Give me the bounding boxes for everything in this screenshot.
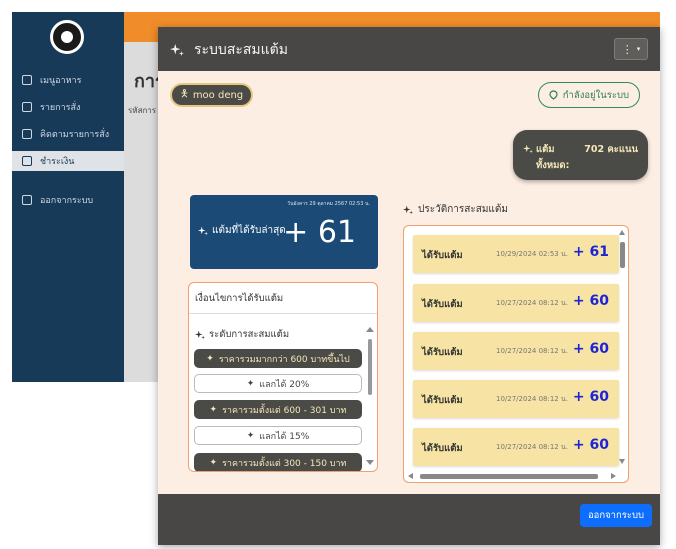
scroll-down-icon[interactable] [366, 460, 374, 465]
scroll-right-icon[interactable] [611, 473, 616, 479]
tier-row: ✦ ราคารวมตั้งแต่ 300 - 150 บาท [194, 453, 362, 471]
history-label: ได้รับแต้ม [422, 443, 463, 454]
list-icon [22, 102, 32, 112]
total-label-line1: แต้ม [536, 144, 555, 155]
modal-title: ระบบสะสมแต้ม [194, 42, 288, 58]
points-modal: ระบบสะสมแต้ม ⋮ ▾ 🯅 moo deng กำลังอยู่ในระ… [158, 27, 660, 545]
tier-row: ✦ ราคารวมมากกว่า 600 บาทขึ้นไป [194, 349, 362, 368]
chevron-down-icon: ▾ [636, 45, 641, 53]
total-points-box: แต้ม ทั้งหมด: 702 คะแนน [513, 130, 648, 180]
sparkle-icon: ✦ [209, 457, 218, 468]
kebab-icon: ⋮ [621, 42, 633, 56]
conditions-panel[interactable]: เงื่อนไขการได้รับแต้ม ระดับการสะสมแต้ม ✦… [188, 282, 378, 472]
history-horizontal-scrollbar[interactable] [408, 473, 616, 480]
sidebar-item-label: ชำระเงิน [40, 157, 75, 167]
latest-points-value: + 61 [283, 215, 356, 250]
tier-label: แลกได้ 15% [259, 431, 310, 442]
sparkle-icon [198, 226, 208, 235]
history-label: ได้รับแต้ม [422, 395, 463, 406]
conditions-title: เงื่อนไขการได้รับแต้ม [195, 293, 284, 304]
latest-points-card: วันอังคาร 29 ตุลาคม 2567 02:53 น. แต้มที… [190, 195, 378, 269]
history-label: ได้รับแต้ม [422, 250, 463, 261]
history-date: 10/29/2024 02:53 น. [496, 250, 568, 258]
sparkle-icon: ✦ [206, 353, 214, 364]
sparkle-icon [403, 205, 413, 214]
scroll-left-icon[interactable] [408, 473, 413, 479]
menu-icon [22, 75, 32, 85]
tier-label: แลกได้ 20% [259, 379, 310, 390]
total-label-line2: ทั้งหมด: [536, 160, 570, 171]
history-panel[interactable]: ได้รับแต้ม 10/29/2024 02:53 น. + 61 ได้ร… [403, 225, 629, 483]
page-subtitle: รหัสการ [128, 106, 157, 115]
sidebar-item-label: คิดตามรายการสั่ง [40, 130, 110, 140]
history-item: ได้รับแต้ม 10/27/2024 08:12 น. + 60 [413, 332, 619, 370]
menu-dropdown-button[interactable]: ⋮ ▾ [614, 38, 648, 60]
sparkle-icon [170, 43, 184, 57]
history-date: 10/27/2024 08:12 น. [496, 299, 568, 307]
tier-label: ราคารวมตั้งแต่ 300 - 150 บาท [222, 458, 347, 469]
logout-icon [22, 195, 32, 205]
history-item: ได้รับแต้ม 10/29/2024 02:53 น. + 61 [413, 235, 619, 273]
scroll-thumb[interactable] [368, 339, 372, 395]
history-label: ได้รับแต้ม [422, 347, 463, 358]
history-item: ได้รับแต้ม 10/27/2024 08:12 น. + 60 [413, 380, 619, 418]
history-vertical-scrollbar[interactable] [619, 230, 626, 464]
conditions-scrollbar[interactable] [366, 327, 374, 465]
sidebar-item-logout[interactable]: ออกจากระบบ [12, 190, 124, 210]
latest-date: วันอังคาร 29 ตุลาคม 2567 02:53 น. [287, 201, 370, 207]
sparkle-icon [523, 144, 533, 154]
wallet-icon [22, 156, 32, 166]
sidebar-item-label: เมนูอาหาร [40, 76, 82, 86]
sidebar-item-track[interactable]: คิดตามรายการสั่ง [12, 124, 124, 144]
calculator-icon [22, 129, 32, 139]
divider [189, 313, 377, 314]
scroll-up-icon[interactable] [366, 327, 374, 332]
history-date: 10/27/2024 08:12 น. [496, 395, 568, 403]
history-points: + 60 [572, 341, 609, 357]
latest-label: แต้มที่ได้รับล่าสุด [212, 225, 286, 236]
logout-button[interactable]: ออกจากระบบ [580, 504, 652, 527]
pin-icon [549, 90, 558, 100]
sparkle-icon: ✦ [209, 404, 218, 415]
sidebar-item-menu[interactable]: เมนูอาหาร [12, 70, 124, 90]
sidebar-item-payment[interactable]: ชำระเงิน [12, 151, 124, 171]
user-icon: 🯅 [180, 88, 189, 100]
total-points-value: 702 คะแนน [584, 144, 638, 155]
tier-row: ✦ แลกได้ 15% [194, 426, 362, 445]
history-points: + 60 [572, 389, 609, 405]
modal-header: ระบบสะสมแต้ม ⋮ ▾ [158, 27, 660, 71]
status-badge: กำลังอยู่ในระบบ [537, 82, 640, 108]
history-points: + 60 [572, 293, 609, 309]
history-date: 10/27/2024 08:12 น. [496, 443, 568, 451]
scroll-thumb[interactable] [420, 474, 598, 479]
app-logo [50, 20, 84, 54]
tier-label: ราคารวมตั้งแต่ 600 - 301 บาท [222, 405, 347, 416]
scroll-up-icon[interactable] [619, 230, 625, 235]
status-text: กำลังอยู่ในระบบ [562, 89, 629, 101]
history-item: ได้รับแต้ม 10/27/2024 08:12 น. + 60 [413, 428, 619, 466]
history-title: ประวัติการสะสมแต้ม [418, 204, 508, 215]
tier-title: ระดับการสะสมแต้ม [209, 329, 290, 340]
sidebar-item-orders[interactable]: รายการสั่ง [12, 97, 124, 117]
history-points: + 60 [572, 437, 609, 453]
scroll-down-icon[interactable] [619, 459, 625, 464]
modal-footer: ออกจากระบบ [158, 494, 660, 545]
tier-label: ราคารวมมากกว่า 600 บาทขึ้นไป [218, 354, 350, 365]
sparkle-icon [195, 330, 205, 339]
history-points: + 61 [572, 244, 609, 260]
history-label: ได้รับแต้ม [422, 299, 463, 310]
sidebar-item-label: รายการสั่ง [40, 103, 81, 113]
sidebar-item-label: ออกจากระบบ [40, 196, 94, 206]
sparkle-icon: ✦ [246, 430, 255, 441]
user-name: moo deng [192, 89, 244, 101]
scroll-thumb[interactable] [620, 242, 625, 268]
tier-row: ✦ ราคารวมตั้งแต่ 600 - 301 บาท [194, 400, 362, 419]
user-chip: 🯅 moo deng [170, 83, 254, 107]
sparkle-icon: ✦ [246, 378, 255, 389]
history-date: 10/27/2024 08:12 น. [496, 347, 568, 355]
tier-row: ✦ แลกได้ 20% [194, 374, 362, 393]
history-item: ได้รับแต้ม 10/27/2024 08:12 น. + 60 [413, 284, 619, 322]
